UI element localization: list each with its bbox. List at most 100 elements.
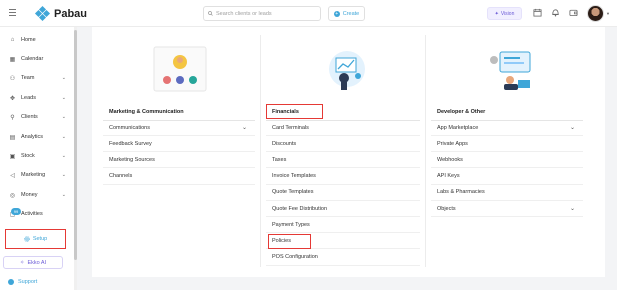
- chevron-down-icon[interactable]: ⌄: [570, 124, 575, 131]
- setup-item-label: Labs & Pharmacies: [437, 189, 485, 196]
- sidebar-item-label: Team: [21, 75, 35, 81]
- chevron-down-icon[interactable]: ▼: [606, 11, 610, 16]
- setup-item-marketing-sources[interactable]: Marketing Sources: [103, 152, 255, 169]
- setup-item-label: Taxes: [272, 156, 287, 163]
- setup-item-label: Marketing Sources: [109, 156, 155, 163]
- vision-button[interactable]: ✦ Vision: [487, 7, 522, 20]
- setup-item-api-keys[interactable]: API Keys: [431, 169, 583, 185]
- vision-label: Vision: [500, 10, 515, 17]
- sidebar-item-stock[interactable]: ▣ Stock ⌄: [0, 149, 74, 163]
- setup-item-label: Communications: [109, 124, 150, 131]
- setup-item-label: Discounts: [272, 140, 297, 147]
- money-icon: ◎: [9, 192, 16, 199]
- chevron-down-icon[interactable]: ⌄: [242, 124, 247, 131]
- search-icon: [208, 11, 213, 16]
- create-button[interactable]: + Create: [328, 6, 365, 21]
- setup-item-label: Private Apps: [437, 140, 468, 147]
- user-avatar[interactable]: [587, 5, 604, 22]
- sidebar-item-label: Analytics: [21, 134, 44, 140]
- search-input[interactable]: [216, 10, 316, 17]
- developer-illustration: [490, 51, 531, 90]
- setup-item-labs-and-pharmacies[interactable]: Labs & Pharmacies: [431, 185, 583, 201]
- setup-item-objects[interactable]: Objects ⌄: [431, 201, 583, 217]
- setup-item-payment-types[interactable]: Payment Types: [266, 217, 420, 234]
- activities-badge: 99: [11, 208, 21, 215]
- chevron-down-icon[interactable]: ⌄: [62, 153, 66, 159]
- menu-icon[interactable]: [9, 9, 16, 16]
- setup-item-private-apps[interactable]: Private Apps: [431, 136, 583, 153]
- sidebar-item-label: Stock: [21, 153, 35, 159]
- setup-item-label: Channels: [109, 173, 133, 180]
- chevron-down-icon[interactable]: ⌄: [62, 192, 66, 198]
- support-link[interactable]: Support: [8, 279, 37, 285]
- ekko-ai-label: Ekko AI: [27, 259, 47, 266]
- sidebar-item-label: Clients: [21, 114, 38, 120]
- setup-item-feedback-survey[interactable]: Feedback Survey: [103, 136, 255, 153]
- team-icon: ⚇: [9, 75, 16, 82]
- support-icon: [8, 279, 14, 285]
- setup-item-label: Card Terminals: [272, 124, 309, 131]
- sidebar-item-label: Marketing: [21, 172, 46, 178]
- sparkle-icon: ✧: [19, 259, 25, 266]
- setup-item-label: Quote Templates: [272, 189, 314, 196]
- column-divider: [260, 35, 261, 267]
- home-icon: ⌂: [10, 37, 15, 43]
- column-divider: [425, 35, 426, 267]
- marketing-illustration: [153, 46, 207, 92]
- calendar-icon: ▦: [9, 56, 16, 63]
- chevron-down-icon[interactable]: ⌄: [62, 95, 66, 101]
- setup-item-channels[interactable]: Channels: [103, 169, 255, 185]
- brand-logo[interactable]: Pabau: [34, 5, 88, 22]
- setup-item-label: App Marketplace: [437, 124, 479, 131]
- setup-item-communications[interactable]: Communications ⌄: [103, 120, 255, 136]
- setup-item-label: Quote Fee Distribution: [272, 205, 328, 212]
- sidebar-item-money[interactable]: ◎ Money ⌄: [0, 188, 74, 202]
- setup-item-label: Invoice Templates: [272, 173, 316, 180]
- sidebar-item-marketing[interactable]: ◁ Marketing ⌄: [0, 168, 74, 182]
- chevron-down-icon[interactable]: ⌄: [62, 75, 66, 81]
- chevron-down-icon[interactable]: ⌄: [62, 172, 66, 178]
- sidebar-item-analytics[interactable]: ▤ Analytics ⌄: [0, 130, 74, 144]
- bell-icon[interactable]: [551, 8, 560, 17]
- chevron-down-icon[interactable]: ⌄: [570, 205, 575, 212]
- sidebar-item-leads[interactable]: ✥ Leads ⌄: [0, 91, 74, 105]
- sidebar-item-setup[interactable]: Setup: [5, 229, 66, 249]
- setup-item-quote-fee-distribution[interactable]: Quote Fee Distribution: [266, 201, 420, 217]
- setup-item-invoice-templates[interactable]: Invoice Templates: [266, 169, 420, 185]
- financials-illustration: [329, 51, 365, 90]
- chevron-down-icon[interactable]: ⌄: [62, 134, 66, 140]
- setup-item-app-marketplace[interactable]: App Marketplace ⌄: [431, 120, 583, 136]
- calendar-icon[interactable]: [533, 8, 542, 17]
- search-box[interactable]: [203, 6, 321, 21]
- setup-item-policies[interactable]: Policies: [266, 233, 420, 250]
- sidebar-item-home[interactable]: ⌂ Home: [0, 33, 74, 47]
- sidebar-scrollbar-thumb[interactable]: [74, 30, 77, 260]
- setup-item-label: Objects: [437, 205, 456, 212]
- sidebar-item-clients[interactable]: ⚲ Clients ⌄: [0, 110, 74, 124]
- setup-item-card-terminals[interactable]: Card Terminals: [266, 120, 420, 136]
- top-header: Pabau + Create ✦ Vision ▼: [0, 0, 617, 27]
- sidebar-item-label: Home: [21, 37, 36, 43]
- setup-item-label: Policies: [272, 237, 291, 244]
- developer-section-title: Developer & Other: [437, 109, 486, 115]
- brand-name: Pabau: [54, 8, 88, 20]
- setup-item-taxes[interactable]: Taxes: [266, 152, 420, 169]
- ekko-ai-button[interactable]: ✧ Ekko AI: [3, 256, 63, 269]
- leads-icon: ✥: [9, 95, 16, 102]
- stock-icon: ▣: [9, 153, 16, 160]
- setup-item-pos-configuration[interactable]: POS Configuration: [266, 250, 420, 266]
- chevron-down-icon[interactable]: ⌄: [62, 114, 66, 120]
- wallet-icon[interactable]: [569, 8, 578, 17]
- support-label: Support: [18, 279, 38, 285]
- sidebar-item-team[interactable]: ⚇ Team ⌄: [0, 71, 74, 85]
- gear-icon: [24, 236, 30, 242]
- pabau-logo-icon: [34, 5, 51, 22]
- setup-item-webhooks[interactable]: Webhooks: [431, 152, 583, 169]
- financials-section-title: Financials: [272, 109, 299, 115]
- setup-item-label: Webhooks: [437, 156, 463, 163]
- setup-item-label: POS Configuration: [272, 254, 318, 261]
- sidebar-item-calendar[interactable]: ▦ Calendar: [0, 52, 74, 66]
- setup-item-quote-templates[interactable]: Quote Templates: [266, 185, 420, 201]
- setup-item-discounts[interactable]: Discounts: [266, 136, 420, 153]
- setup-item-label: Payment Types: [272, 221, 310, 228]
